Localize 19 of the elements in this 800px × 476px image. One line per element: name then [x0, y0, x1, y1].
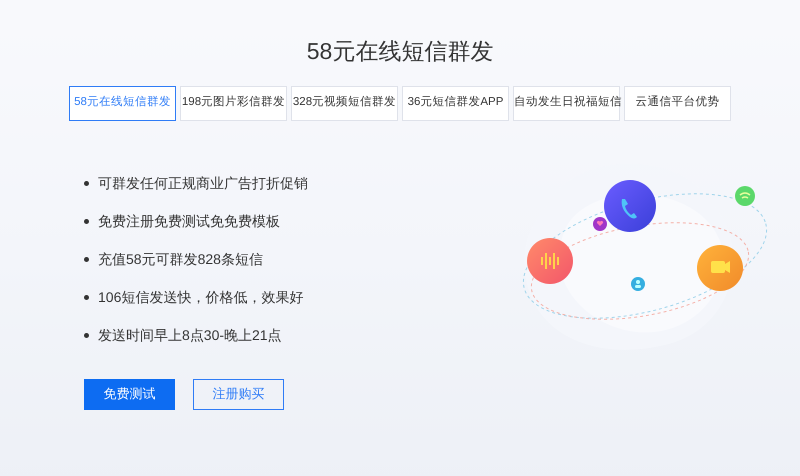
bullet-icon	[84, 218, 89, 224]
tab[interactable]: 328元视频短信群发	[291, 86, 398, 120]
tab[interactable]: 198元图片彩信群发	[180, 86, 287, 120]
feature-text: 免费注册免费测试免免费模板	[98, 212, 280, 230]
tab[interactable]: 36元短信群发APP	[402, 86, 509, 120]
section-title: 58元在线短信群发	[306, 37, 494, 66]
bullet-icon	[84, 180, 89, 186]
bullet-icon	[84, 256, 89, 262]
tab[interactable]: 自动发生日祝福短信	[513, 86, 620, 120]
free-trial-button[interactable]: 免费测试	[84, 378, 175, 410]
register-button[interactable]: 注册购买	[193, 378, 284, 410]
bullet-icon	[84, 294, 89, 300]
feature-text: 可群发任何正规商业广告打折促销	[98, 174, 308, 192]
feature-text: 充值58元可群发828条短信	[98, 250, 263, 268]
feature-text: 发送时间早上8点30-晚上21点	[98, 326, 282, 344]
bullet-icon	[84, 332, 89, 338]
tab[interactable]: 云通信平台优势	[624, 86, 731, 120]
feature-text: 106短信发送快，价格低，效果好	[98, 288, 304, 306]
tab[interactable]: 58元在线短信群发	[69, 86, 176, 120]
